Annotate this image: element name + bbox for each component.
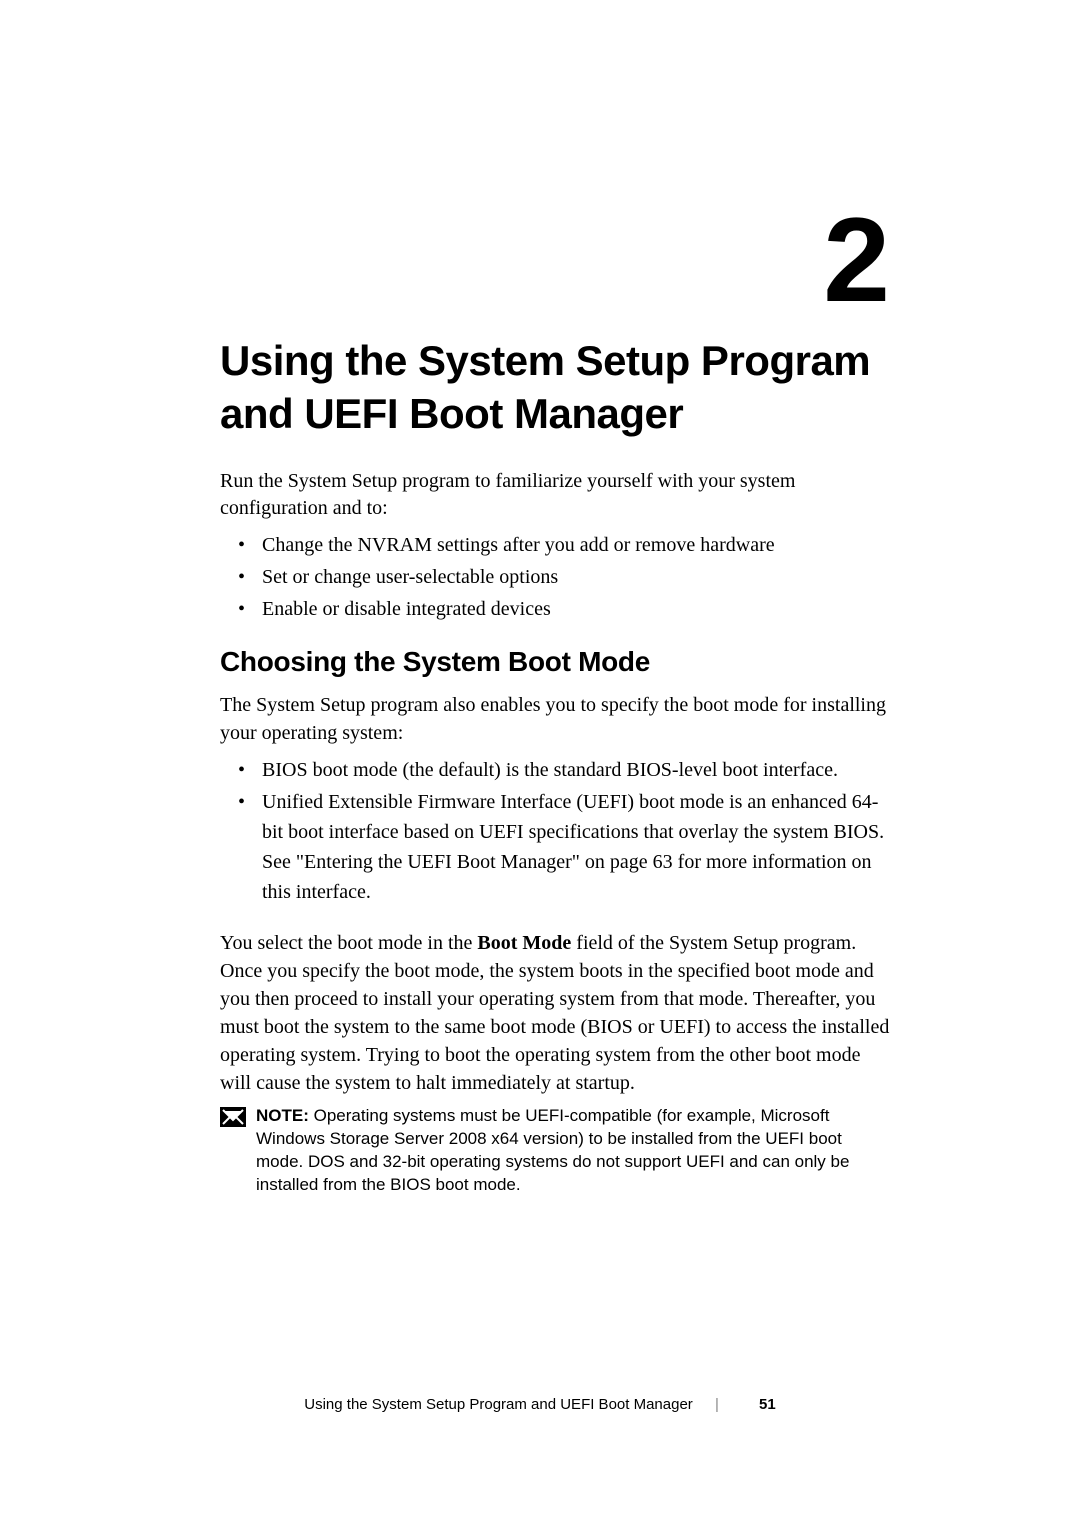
document-page: 2 Using the System Setup Program and UEF… xyxy=(0,0,1080,1528)
list-item: Change the NVRAM settings after you add … xyxy=(220,530,890,560)
boot-mode-field-name: Boot Mode xyxy=(477,932,571,954)
note-body: Operating systems must be UEFI-compatibl… xyxy=(256,1106,849,1194)
note-text: NOTE: Operating systems must be UEFI-com… xyxy=(256,1105,890,1197)
page-number: 51 xyxy=(759,1396,776,1413)
boot-mode-paragraph: You select the boot mode in the Boot Mod… xyxy=(220,929,890,1097)
list-item: Enable or disable integrated devices xyxy=(220,594,890,624)
note-icon xyxy=(220,1107,246,1127)
list-item: Unified Extensible Firmware Interface (U… xyxy=(220,787,890,907)
footer-section-title: Using the System Setup Program and UEFI … xyxy=(304,1396,693,1413)
list-item: Set or change user-selectable options xyxy=(220,562,890,592)
intro-paragraph: Run the System Setup program to familiar… xyxy=(220,468,890,522)
page-footer: Using the System Setup Program and UEFI … xyxy=(0,1396,1080,1413)
chapter-number: 2 xyxy=(823,200,890,320)
intro-bullet-list: Change the NVRAM settings after you add … xyxy=(220,530,890,624)
para-text-pre: You select the boot mode in the xyxy=(220,932,477,954)
list-item: BIOS boot mode (the default) is the stan… xyxy=(220,755,890,785)
section-heading: Choosing the System Boot Mode xyxy=(220,646,890,678)
note-block: NOTE: Operating systems must be UEFI-com… xyxy=(220,1105,890,1197)
para-text-post: field of the System Setup program. Once … xyxy=(220,932,889,1094)
chapter-title: Using the System Setup Program and UEFI … xyxy=(220,335,890,440)
footer-separator: | xyxy=(715,1396,719,1413)
note-label: NOTE: xyxy=(256,1106,309,1125)
section-bullet-list: BIOS boot mode (the default) is the stan… xyxy=(220,755,890,907)
section-lead-paragraph: The System Setup program also enables yo… xyxy=(220,692,890,747)
